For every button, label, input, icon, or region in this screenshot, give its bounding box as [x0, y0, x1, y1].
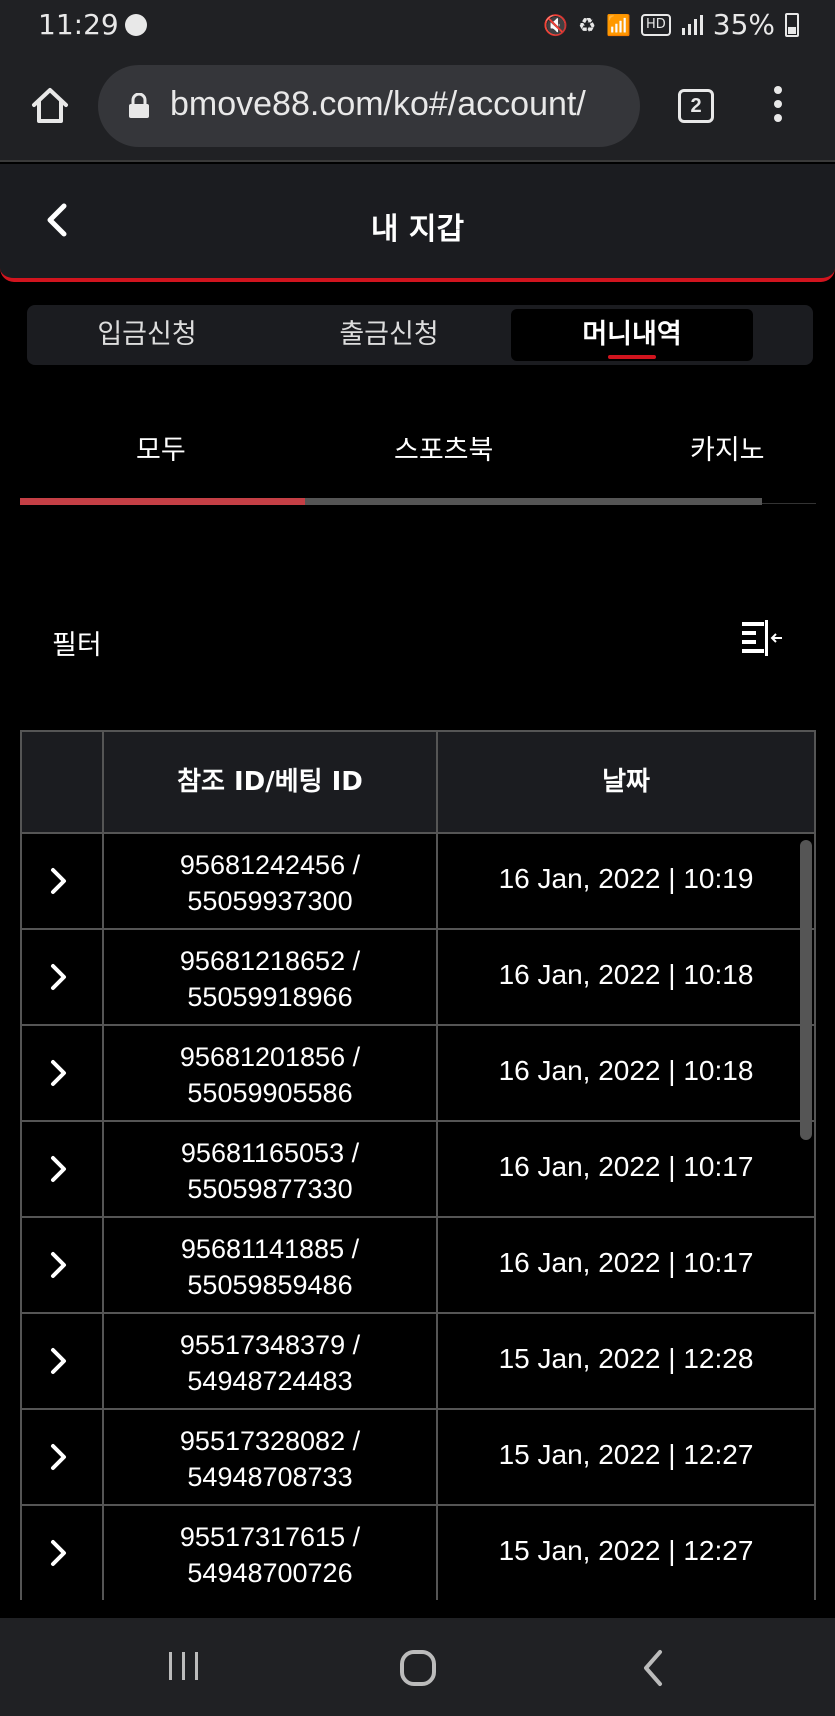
status-icons: 🔇 ♻ 📶 HD 35% — [543, 8, 799, 41]
category-bar-active — [20, 498, 305, 505]
row-id-cell: 95681165053 / 55059877330 — [104, 1135, 436, 1207]
row-id-cell: 95517328082 / 54948708733 — [104, 1423, 436, 1495]
tab-money-history[interactable]: 머니내역 — [511, 309, 753, 361]
recents-icon[interactable] — [166, 1648, 202, 1684]
status-time: 11:29 — [38, 8, 119, 41]
row-date: 15 Jan, 2022 | 12:27 — [498, 1535, 754, 1566]
bet-id: 55059877330 — [187, 1174, 353, 1204]
column-header-id: 참조 ID/베팅 ID — [177, 767, 363, 797]
row-date: 16 Jan, 2022 | 10:18 — [498, 1055, 754, 1086]
wifi-icon: 📶 — [606, 12, 631, 37]
table-row[interactable]: 95517328082 / 54948708733 15 Jan, 2022 | … — [22, 1410, 814, 1506]
back-nav-icon[interactable] — [636, 1648, 672, 1688]
notification-icon — [125, 14, 147, 36]
table-scrollbar[interactable] — [800, 840, 812, 1140]
active-tab-indicator — [608, 355, 656, 359]
chevron-right-icon[interactable] — [48, 1058, 70, 1088]
row-id-cell: 95681201856 / 55059905586 — [104, 1039, 436, 1111]
tab-withdraw[interactable]: 출금신청 — [289, 309, 489, 361]
battery-icon — [785, 12, 799, 37]
bet-id: 54948700726 — [187, 1558, 353, 1588]
filter-icon[interactable] — [740, 618, 784, 658]
column-header-date: 날짜 — [602, 767, 650, 797]
status-bar: 11:29 🔇 ♻ 📶 HD 35% — [0, 0, 835, 50]
ref-id: 95681165053 / — [180, 1138, 360, 1168]
table-header: 참조 ID/베팅 ID 날짜 — [22, 732, 814, 834]
page-title: 내 지갑 — [370, 212, 465, 247]
url-text: bmove88.com/ko#/account/ — [170, 85, 586, 123]
chevron-right-icon[interactable] — [48, 1346, 70, 1376]
more-vert-icon[interactable] — [768, 86, 788, 126]
table-row[interactable]: 95681242456 / 55059937300 16 Jan, 2022 | … — [22, 834, 814, 930]
row-id-cell: 95517317615 / 54948700726 — [104, 1519, 436, 1591]
ref-id: 95517317615 / — [179, 1522, 361, 1552]
filter-label: 필터 — [52, 630, 102, 661]
app-header: 내 지갑 — [0, 164, 835, 282]
table-row[interactable]: 95517317615 / 54948700726 15 Jan, 2022 | … — [22, 1506, 814, 1600]
recycle-icon: ♻ — [578, 12, 597, 37]
system-nav-bar — [0, 1618, 835, 1716]
category-tab-all[interactable]: 모두 — [136, 428, 186, 467]
chevron-right-icon[interactable] — [48, 1442, 70, 1472]
bet-id: 55059905586 — [187, 1078, 353, 1108]
row-date: 16 Jan, 2022 | 10:19 — [498, 863, 754, 894]
bet-id: 55059859486 — [187, 1270, 353, 1300]
chevron-right-icon[interactable] — [48, 1538, 70, 1568]
chevron-right-icon[interactable] — [48, 866, 70, 896]
table-row[interactable]: 95681165053 / 55059877330 16 Jan, 2022 | … — [22, 1122, 814, 1218]
ref-id: 95681242456 / — [179, 850, 361, 880]
ref-id: 95517348379 / — [179, 1330, 361, 1360]
bet-id: 54948708733 — [187, 1462, 353, 1492]
column-divider — [436, 732, 438, 1600]
tab-money-history-label: 머니내역 — [582, 319, 682, 350]
row-id-cell: 95681218652 / 55059918966 — [104, 943, 436, 1015]
chevron-right-icon[interactable] — [48, 1250, 70, 1280]
bet-id: 54948724483 — [187, 1366, 353, 1396]
hd-badge: HD — [640, 13, 671, 36]
category-tab-sportsbook[interactable]: 스포츠북 — [394, 428, 493, 467]
row-id-cell: 95517348379 / 54948724483 — [104, 1327, 436, 1399]
row-date: 15 Jan, 2022 | 12:27 — [498, 1439, 754, 1470]
tab-deposit[interactable]: 입금신청 — [47, 309, 247, 361]
chevron-right-icon[interactable] — [48, 962, 70, 992]
money-history-table: 참조 ID/베팅 ID 날짜 95681242456 / 55059937300 … — [20, 730, 816, 1600]
battery-percent: 35% — [712, 8, 775, 41]
bet-id: 55059937300 — [187, 886, 353, 916]
browser-toolbar: bmove88.com/ko#/account/ 2 — [0, 50, 835, 162]
ref-id: 95681218652 / — [179, 946, 361, 976]
category-bar-divider — [762, 503, 816, 504]
column-divider — [102, 732, 104, 1600]
address-bar[interactable]: bmove88.com/ko#/account/ — [98, 65, 640, 147]
column-header-expand — [22, 732, 102, 832]
row-id-cell: 95681141885 / 55059859486 — [104, 1231, 436, 1303]
ref-id: 95681141885 / — [180, 1234, 360, 1264]
table-row[interactable]: 95681201856 / 55059905586 16 Jan, 2022 | … — [22, 1026, 814, 1122]
ref-id: 95681201856 / — [179, 1042, 361, 1072]
bet-id: 55059918966 — [187, 982, 353, 1012]
row-date: 16 Jan, 2022 | 10:17 — [498, 1151, 754, 1182]
ref-id: 95517328082 / — [179, 1426, 361, 1456]
table-row[interactable]: 95681218652 / 55059918966 16 Jan, 2022 | … — [22, 930, 814, 1026]
mute-icon: 🔇 — [543, 12, 569, 37]
row-date: 15 Jan, 2022 | 12:28 — [498, 1343, 754, 1374]
table-row[interactable]: 95517348379 / 54948724483 15 Jan, 2022 | … — [22, 1314, 814, 1410]
lock-icon — [129, 93, 149, 118]
table-row[interactable]: 95681141885 / 55059859486 16 Jan, 2022 | … — [22, 1218, 814, 1314]
chevron-right-icon[interactable] — [48, 1154, 70, 1184]
category-tab-casino[interactable]: 카지노 — [690, 428, 765, 467]
row-date: 16 Jan, 2022 | 10:17 — [498, 1247, 754, 1278]
home-nav-icon[interactable] — [398, 1648, 438, 1688]
wallet-tabs: 입금신청 출금신청 머니내역 — [27, 305, 813, 365]
row-date: 16 Jan, 2022 | 10:18 — [498, 959, 754, 990]
signal-icon — [681, 14, 703, 35]
home-icon[interactable] — [28, 83, 72, 127]
tab-switcher-button[interactable]: 2 — [678, 89, 714, 123]
row-id-cell: 95681242456 / 55059937300 — [104, 847, 436, 919]
